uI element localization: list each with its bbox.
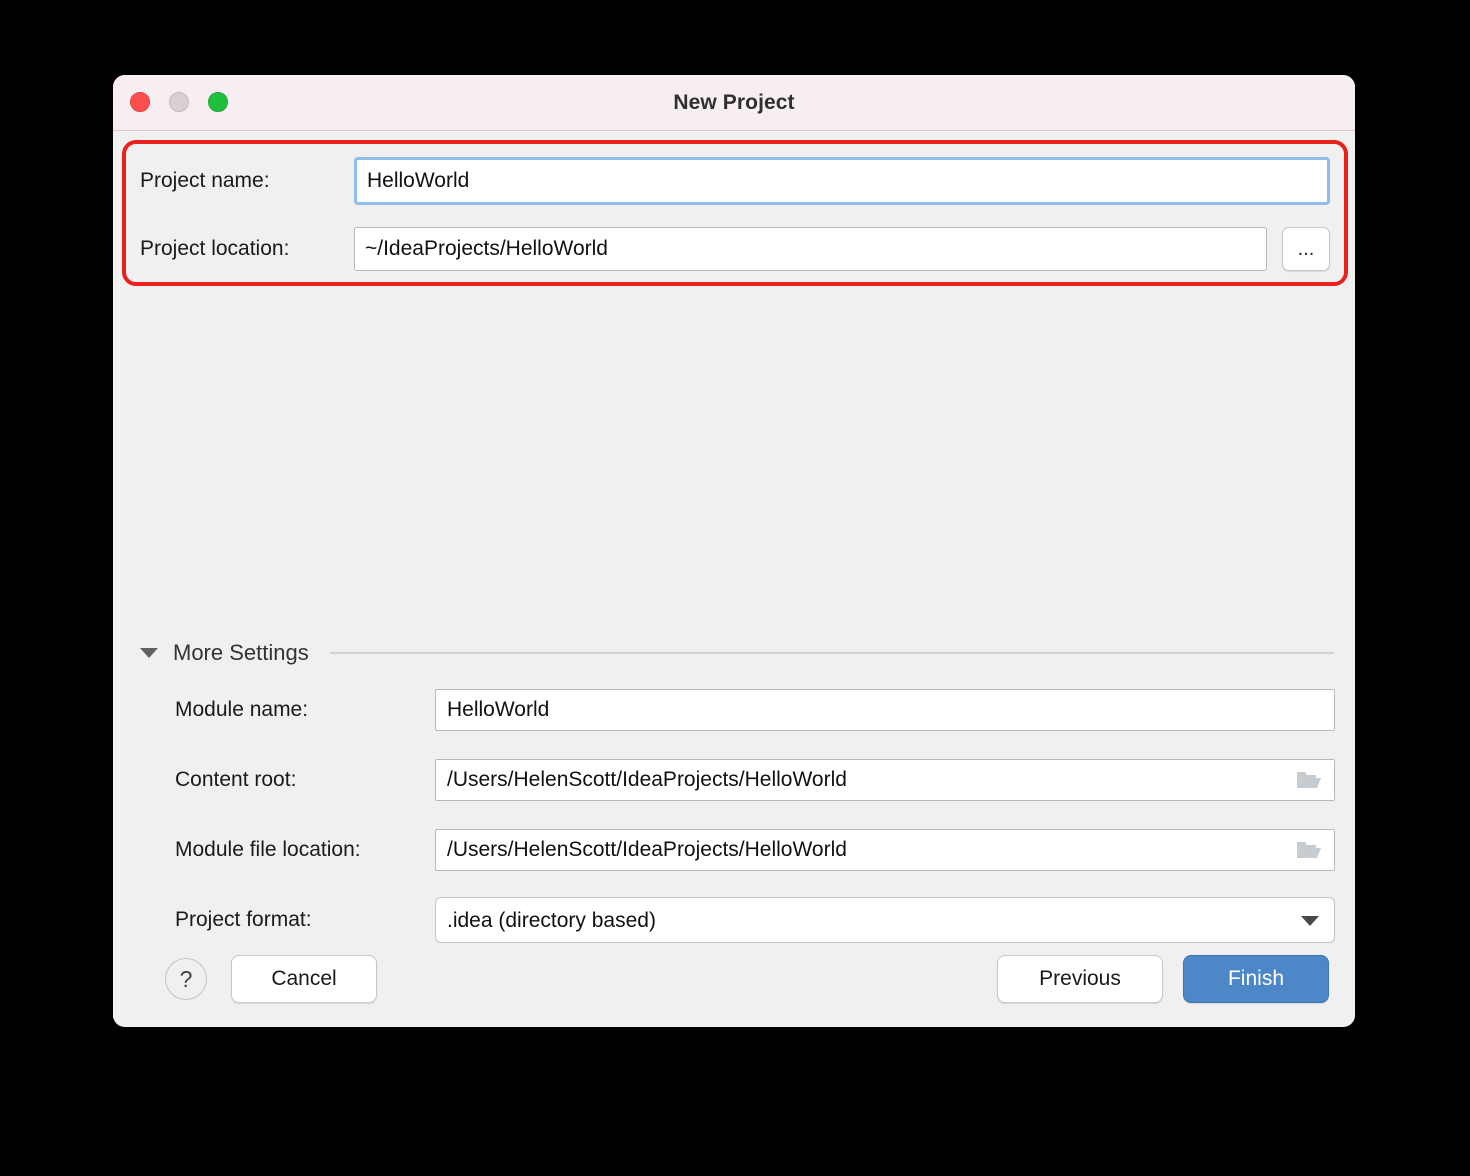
project-name-input[interactable]: [357, 160, 1327, 202]
more-settings-label: More Settings: [173, 640, 309, 665]
chevron-down-icon[interactable]: [140, 648, 158, 658]
module-name-field-wrapper: [435, 689, 1335, 731]
module-name-row: Module name:: [175, 689, 1335, 731]
finish-button[interactable]: Finish: [1183, 955, 1329, 1003]
dialog-body: Project name: Project location: ... More…: [113, 131, 1355, 1026]
project-format-select-wrapper: .idea (directory based): [435, 897, 1335, 943]
project-location-row: Project location: ...: [140, 227, 1330, 271]
screen-background: New Project Project name: Project locati…: [0, 0, 1470, 1176]
help-button[interactable]: ?: [165, 958, 207, 1000]
project-location-label: Project location:: [140, 237, 290, 260]
title-bar: New Project: [113, 75, 1355, 131]
new-project-dialog: New Project Project name: Project locati…: [113, 75, 1355, 1027]
section-divider: [329, 652, 1334, 654]
module-file-location-field-wrapper: [435, 829, 1335, 871]
module-file-location-row: Module file location:: [175, 829, 1335, 871]
module-name-input[interactable]: [435, 689, 1335, 731]
project-name-label: Project name:: [140, 169, 270, 192]
content-root-row: Content root:: [175, 759, 1335, 801]
project-name-input-wrapper: [354, 157, 1330, 205]
more-settings-header[interactable]: More Settings: [140, 639, 1334, 667]
project-basics-section: Project name: Project location: ...: [113, 131, 1355, 349]
project-name-row: Project name:: [140, 157, 1330, 205]
content-root-field-wrapper: [435, 759, 1335, 801]
module-name-label: Module name:: [175, 698, 309, 721]
project-format-label: Project format:: [175, 908, 312, 931]
window-title: New Project: [673, 91, 795, 114]
previous-button[interactable]: Previous: [997, 955, 1163, 1003]
project-location-input[interactable]: [354, 227, 1267, 271]
content-root-label: Content root:: [175, 768, 297, 791]
cancel-button[interactable]: Cancel: [231, 955, 377, 1003]
browse-location-button[interactable]: ...: [1282, 227, 1330, 271]
module-file-location-input[interactable]: [435, 829, 1335, 871]
content-root-input[interactable]: [435, 759, 1335, 801]
dialog-footer: ? Cancel Previous Finish: [113, 949, 1355, 1009]
project-format-row: Project format: .idea (directory based): [175, 897, 1335, 943]
project-format-select[interactable]: .idea (directory based): [435, 897, 1335, 943]
more-settings-panel: Module name: Content root:: [175, 689, 1335, 969]
module-file-location-label: Module file location:: [175, 838, 361, 861]
